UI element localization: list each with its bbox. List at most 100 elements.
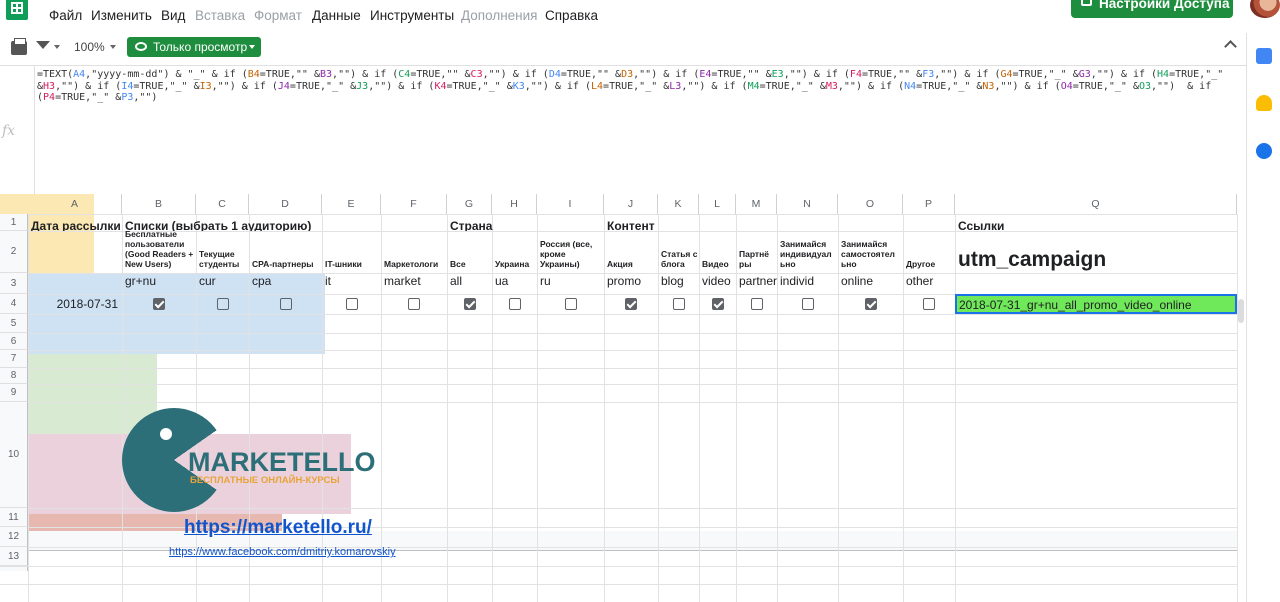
column-header-h[interactable]: H [492, 194, 537, 214]
avatar[interactable] [1250, 0, 1280, 18]
share-settings-button[interactable]: Настройки Доступа [1071, 0, 1233, 18]
code-cell-k[interactable]: blog [658, 273, 699, 294]
code-cell-b[interactable]: gr+nu [122, 273, 196, 294]
column-header-l[interactable]: L [699, 194, 736, 214]
menu-insert[interactable]: Вставка [195, 8, 245, 23]
header-cell-j[interactable]: Контент [604, 214, 955, 231]
code-cell-n[interactable]: individ [777, 273, 838, 294]
header-cell-a[interactable]: Дата рассылки [28, 214, 122, 231]
checkbox-g[interactable] [463, 298, 476, 310]
column-header-m[interactable]: M [736, 194, 777, 214]
checkbox-j[interactable] [625, 298, 637, 310]
tasks-icon[interactable] [1256, 143, 1272, 159]
checkbox-p[interactable] [923, 298, 935, 310]
checkbox-o[interactable] [864, 298, 877, 310]
row-header-1[interactable]: 1 [0, 214, 28, 231]
code-cell-l[interactable]: video [699, 273, 736, 294]
code-cell-p[interactable]: other [903, 273, 955, 294]
column-header-n[interactable]: N [777, 194, 838, 214]
checkbox-h[interactable] [508, 298, 521, 310]
sheet-grid[interactable]: A B C D E F G H I J K L M N O P Q 1 2 3 4 5 6 7 8 9 10 11 12 13 Дата р… [0, 194, 1246, 602]
checkbox-l[interactable] [711, 298, 724, 310]
menu-tools[interactable]: Инструменты [370, 8, 454, 23]
column-header-c[interactable]: C [196, 194, 249, 214]
subheader-cell-f[interactable]: Маркетологи [381, 231, 447, 273]
column-header-p[interactable]: P [903, 194, 955, 214]
facebook-link[interactable]: https://www.facebook.com/dmitriy.komarov… [169, 546, 396, 558]
column-header-i[interactable]: I [537, 194, 604, 214]
subheader-cell-e[interactable]: IT-шники [322, 231, 381, 273]
column-header-j[interactable]: J [604, 194, 658, 214]
header-cell-g[interactable]: Страна [447, 214, 604, 231]
code-cell-d[interactable]: cpa [249, 273, 322, 294]
row-header-5[interactable]: 5 [0, 314, 28, 333]
subheader-cell-b[interactable]: Бесплатные пользователи (Good Readers + … [122, 231, 196, 273]
column-header-a[interactable]: A [28, 194, 122, 214]
sheets-logo-icon[interactable] [6, 0, 28, 20]
formula-input[interactable]: =TEXT(A4,"yyyy-mm-dd") & "_" & if (B4=TR… [37, 69, 1237, 104]
scrollbar[interactable] [1238, 299, 1244, 323]
print-icon[interactable] [11, 38, 27, 55]
code-cell-c[interactable]: cur [196, 273, 249, 294]
row-header-8[interactable]: 8 [0, 368, 28, 384]
row-header-13[interactable]: 13 [0, 547, 28, 566]
subheader-cell-n[interactable]: Занимайся индивидуал ьно [777, 231, 838, 273]
subheader-cell-o[interactable]: Занимайся самостоятел ьно [838, 231, 903, 273]
column-header-o[interactable]: O [838, 194, 903, 214]
chevron-up-icon[interactable] [1224, 40, 1237, 53]
checkbox-m[interactable] [750, 298, 763, 310]
checkbox-d[interactable] [279, 298, 292, 310]
menu-edit[interactable]: Изменить [91, 8, 152, 23]
subheader-cell-i[interactable]: Россия (все, кроме Украины) [537, 231, 604, 273]
row-header-9[interactable]: 9 [0, 384, 28, 402]
chevron-down-icon[interactable] [54, 45, 60, 49]
code-cell-h[interactable]: ua [492, 273, 537, 294]
code-cell-j[interactable]: promo [604, 273, 658, 294]
subheader-cell-g[interactable]: Все [447, 231, 492, 273]
row-header-10[interactable]: 10 [0, 402, 28, 508]
calendar-icon[interactable] [1256, 48, 1272, 64]
zoom-select[interactable]: 100% [74, 40, 105, 54]
date-cell[interactable]: 2018-07-31 [28, 294, 122, 314]
header-cell-b[interactable]: Списки (выбрать 1 аудиторию) [122, 214, 447, 231]
column-header-e[interactable]: E [322, 194, 381, 214]
column-header-k[interactable]: K [658, 194, 699, 214]
column-header-d[interactable]: D [249, 194, 322, 214]
subheader-cell-h[interactable]: Украина [492, 231, 537, 273]
checkbox-b[interactable] [153, 298, 165, 310]
code-cell-e[interactable]: it [322, 273, 381, 294]
column-header-g[interactable]: G [447, 194, 492, 214]
utm-campaign-label[interactable]: utm_campaign [955, 231, 1237, 273]
column-header-q[interactable]: Q [955, 194, 1237, 214]
menu-help[interactable]: Справка [545, 8, 598, 23]
code-cell-f[interactable]: market [381, 273, 447, 294]
column-header-f[interactable]: F [381, 194, 447, 214]
code-cell-o[interactable]: online [838, 273, 903, 294]
menu-data[interactable]: Данные [312, 8, 361, 23]
menu-addons[interactable]: Дополнения [461, 8, 537, 23]
row-header-12[interactable]: 12 [0, 527, 28, 547]
menu-format[interactable]: Формат [254, 8, 302, 23]
menu-view[interactable]: Вид [161, 8, 185, 23]
subheader-cell-m[interactable]: Партнё ры [736, 231, 777, 273]
row-header-7[interactable]: 7 [0, 350, 28, 368]
checkbox-i[interactable] [564, 298, 577, 310]
header-cell-q[interactable]: Ссылки [955, 214, 1237, 231]
menu-file[interactable]: Файл [49, 8, 82, 23]
checkbox-n[interactable] [801, 298, 814, 310]
subheader-cell-k[interactable]: Статья с блога [658, 231, 699, 273]
subheader-cell-l[interactable]: Видео [699, 231, 736, 273]
code-cell-m[interactable]: partners [736, 273, 777, 294]
view-only-button[interactable]: Только просмотр [127, 37, 261, 57]
row-header-3[interactable]: 3 [0, 273, 28, 294]
checkbox-c[interactable] [216, 298, 229, 310]
code-cell-g[interactable]: all [447, 273, 492, 294]
subheader-cell-d[interactable]: CPA-партнеры [249, 231, 322, 273]
checkbox-f[interactable] [408, 298, 420, 310]
checkbox-e[interactable] [345, 298, 358, 310]
row-header-4[interactable]: 4 [0, 294, 28, 314]
subheader-cell-c[interactable]: Текущие студенты [196, 231, 249, 273]
column-header-b[interactable]: B [122, 194, 196, 214]
filter-icon[interactable] [36, 41, 50, 49]
row-header-2[interactable]: 2 [0, 231, 28, 273]
